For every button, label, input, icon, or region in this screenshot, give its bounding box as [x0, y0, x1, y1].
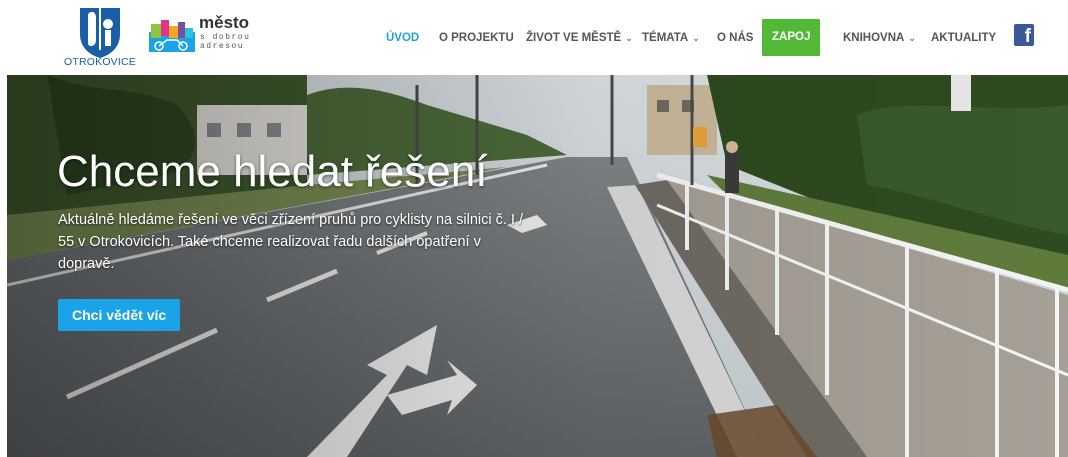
site-header: OTROKOVICE město s dobrou adresou ÚVOD O… [0, 0, 1068, 80]
mesto-logo-line2: adresou [200, 42, 245, 51]
nav-item-label: O NÁS [717, 32, 754, 44]
hero-banner: Chceme hledat řešení Aktuálně hledáme ře… [7, 75, 1068, 457]
mesto-logo-title: město [199, 13, 250, 32]
hero-title: Chceme hledat řešení [57, 147, 488, 196]
facebook-icon[interactable]: f [1014, 24, 1034, 46]
nav-item-o-nas[interactable]: O NÁS [717, 19, 753, 57]
nav-item-label: TÉMATA [642, 32, 689, 44]
chevron-down-icon: ⌄ [625, 33, 633, 43]
hero-description: Aktuálně hledáme řešení ve věci zřízení … [58, 212, 524, 272]
mesto-logo-line1: s dobrou [200, 33, 251, 42]
nav-item-label: ŽIVOT VE MĚSTĚ [526, 32, 622, 44]
nav-item-uvod[interactable]: ÚVOD [386, 19, 419, 57]
nav-item-knihovna[interactable]: KNIHOVNA ⌄ [843, 19, 916, 57]
nav-item-o-projektu[interactable]: O PROJEKTU [439, 19, 514, 57]
chevron-down-icon: ⌄ [692, 33, 700, 43]
chevron-down-icon: ⌄ [908, 33, 916, 43]
nav-item-label: ÚVOD [386, 32, 420, 44]
zapoj-se-button[interactable]: ZAPOJ SE [762, 19, 821, 80]
nav-item-aktuality[interactable]: AKTUALITY [931, 19, 996, 57]
nav-item-temata[interactable]: TÉMATA ⌄ [642, 19, 700, 57]
nav-item-zivot-ve-meste[interactable]: ŽIVOT VE MĚSTĚ ⌄ [526, 19, 633, 57]
mesto-s-dobrou-adresou-logo[interactable]: město s dobrou adresou [147, 13, 257, 56]
otrokovice-logo[interactable]: OTROKOVICE [58, 6, 142, 72]
nav-item-label: KNIHOVNA [843, 32, 905, 44]
otrokovice-logo-text: OTROKOVICE [63, 56, 136, 68]
nav-item-label: O PROJEKTU [439, 32, 514, 44]
nav-item-label: AKTUALITY [931, 32, 997, 44]
chci-vedet-vic-button[interactable]: Chci vědět víc [58, 299, 181, 331]
